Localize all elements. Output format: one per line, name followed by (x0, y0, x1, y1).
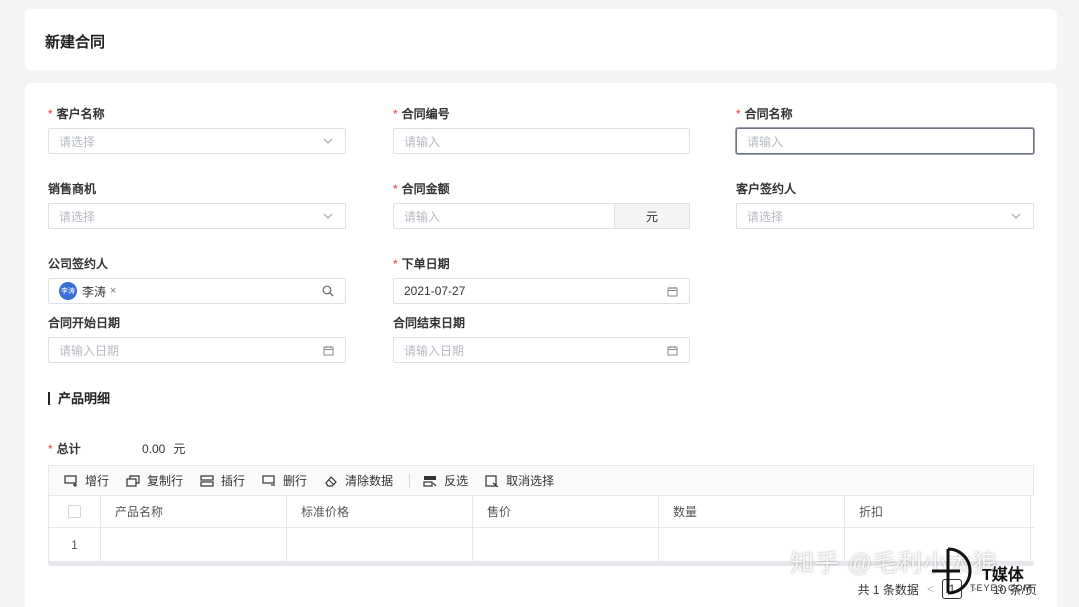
contract-no-input[interactable]: 请输入 (393, 128, 690, 154)
invert-select-button[interactable]: 反选 (422, 472, 468, 489)
calendar-icon (665, 286, 679, 297)
cancel-select-icon (484, 474, 500, 488)
total-label: * 总计 (48, 442, 81, 456)
watermark-logo: T媒体 TEYES.COM (930, 545, 1045, 597)
chevron-down-icon (321, 138, 335, 144)
column-header: 折扣 (845, 496, 1031, 527)
chevron-down-icon (1009, 213, 1023, 219)
standard-price-cell[interactable] (287, 528, 473, 561)
select-all-cell[interactable] (49, 496, 101, 527)
total-row: * 总计 0.00 元 (48, 440, 185, 457)
insert-row-icon (199, 474, 215, 488)
total-value: 0.00 (142, 441, 166, 456)
header-card: 新建合同 (25, 9, 1057, 70)
add-row-button[interactable]: 增行 (63, 472, 109, 489)
contract-no-label: * 合同编号 (393, 107, 450, 121)
toolbar-divider (409, 473, 411, 488)
copy-icon (125, 474, 141, 488)
company-signer-select[interactable]: 李涛 李涛 × (48, 278, 346, 304)
section-title: 产品明细 (48, 392, 110, 405)
eraser-icon (323, 474, 339, 488)
search-icon[interactable] (321, 285, 335, 297)
customer-signer-label: 客户签约人 (736, 182, 797, 196)
chevron-down-icon (321, 213, 335, 219)
contract-amount-label: * 合同金额 (393, 182, 450, 196)
order-date-picker[interactable]: 2021-07-27 (393, 278, 690, 304)
contract-amount-input[interactable]: 请输入 元 (393, 203, 690, 229)
clear-data-button[interactable]: 清除数据 (323, 472, 393, 489)
invert-select-icon (422, 474, 438, 488)
customer-name-select[interactable]: 请选择 (48, 128, 346, 154)
copy-row-button[interactable]: 复制行 (125, 472, 183, 489)
insert-row-button[interactable]: 插行 (199, 472, 245, 489)
sales-opportunity-label: 销售商机 (48, 182, 97, 196)
end-date-label: 合同结束日期 (393, 316, 466, 330)
column-header: 售价 (473, 496, 659, 527)
column-header: 产品名称 (101, 496, 287, 527)
contract-name-input[interactable]: 请输入 (736, 128, 1034, 154)
selected-user-tag: 李涛 李涛 × (59, 282, 116, 300)
order-date-label: * 下单日期 (393, 257, 450, 271)
sales-opportunity-select[interactable]: 请选择 (48, 203, 346, 229)
form-card: * 客户名称 请选择 * 合同编号 请输入 * 合同名称 请输入 销售商机 请选择 *… (25, 83, 1057, 607)
customer-name-label: * 客户名称 (48, 107, 105, 121)
total-unit: 元 (173, 442, 186, 456)
tag-label: 李涛 (82, 284, 107, 299)
logo-subtext: TEYES.COM (970, 583, 1033, 593)
contract-name-label: * 合同名称 (736, 107, 793, 121)
logo-text: T媒体 (982, 567, 1024, 584)
close-icon[interactable]: × (110, 285, 116, 297)
avatar: 李涛 (59, 282, 77, 300)
sale-price-cell[interactable] (473, 528, 659, 561)
end-date-picker[interactable]: 请输入日期 (393, 337, 690, 363)
column-header: 标准价格 (287, 496, 473, 527)
cancel-select-button[interactable]: 取消选择 (484, 472, 554, 489)
add-row-icon (63, 474, 79, 488)
calendar-icon (665, 345, 679, 356)
start-date-picker[interactable]: 请输入日期 (48, 337, 346, 363)
page-title: 新建合同 (45, 34, 106, 51)
currency-unit-addon: 元 (614, 203, 690, 229)
select-all-checkbox[interactable] (68, 505, 81, 518)
delete-row-button[interactable]: 删行 (261, 472, 307, 489)
customer-signer-select[interactable]: 请选择 (736, 203, 1034, 229)
delete-row-icon (261, 474, 277, 488)
column-header: 数量 (659, 496, 845, 527)
grid-header-row: 产品名称 标准价格 售价 数量 折扣 (49, 496, 1034, 528)
calendar-icon (321, 345, 335, 356)
pagination-total: 共 1 条数据 (857, 582, 919, 597)
grid-toolbar: 增行 复制行 插行 删行 清除数据 反选 取消选择 (48, 465, 1034, 496)
row-index: 1 (49, 528, 101, 561)
company-signer-label: 公司签约人 (48, 257, 109, 271)
product-name-cell[interactable] (101, 528, 287, 561)
start-date-label: 合同开始日期 (48, 316, 121, 330)
